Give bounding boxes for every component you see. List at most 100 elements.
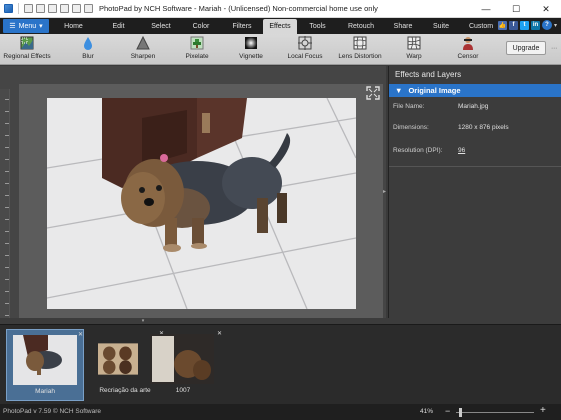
open-folder-icon[interactable] xyxy=(72,4,81,13)
blur-button[interactable]: Blur xyxy=(78,36,98,60)
lens-grid-icon xyxy=(353,36,367,50)
close-button[interactable]: ✕ xyxy=(531,0,561,18)
linkedin-icon[interactable]: in xyxy=(530,20,540,30)
zoom-level[interactable]: 41% xyxy=(420,408,433,415)
tab-edit[interactable]: Edit xyxy=(96,19,141,34)
tab-select[interactable]: Select xyxy=(141,19,181,34)
regional-effects-icon xyxy=(20,36,34,50)
thumbs-up-icon[interactable]: 👍 xyxy=(497,20,507,30)
tab-retouch[interactable]: Retouch xyxy=(338,19,384,34)
new-file-icon[interactable] xyxy=(60,4,69,13)
panel-title: Effects and Layers xyxy=(395,70,462,79)
panel-collapse-icon[interactable]: ▸ xyxy=(383,188,387,195)
local-focus-button[interactable]: Local Focus xyxy=(287,36,323,60)
separator xyxy=(18,3,19,14)
tab-effects[interactable]: Effects xyxy=(263,19,297,34)
pixelate-label: Pixelate xyxy=(185,53,209,60)
original-image-header[interactable]: ▼ Original Image xyxy=(389,84,561,97)
upgrade-button[interactable]: Upgrade xyxy=(506,41,546,55)
open-images-bar: ✕ Mariah ✕ Recriação da arte ✕ 1007 xyxy=(0,324,561,404)
minimize-button[interactable]: — xyxy=(471,0,501,18)
warp-grid-icon xyxy=(407,36,421,50)
menu-button-label: Menu xyxy=(18,22,37,30)
thumbnail-caption: 1007 xyxy=(175,387,191,394)
dimensions-label: Dimensions: xyxy=(393,124,429,131)
regional-effects-label: Regional Effects xyxy=(3,53,51,60)
local-focus-label: Local Focus xyxy=(287,53,323,60)
tab-custom[interactable]: Custom xyxy=(460,19,502,34)
help-dropdown-icon[interactable]: ▾ xyxy=(554,22,557,29)
zoom-in-button[interactable]: + xyxy=(540,405,546,416)
close-thumbnail-icon[interactable]: ✕ xyxy=(78,331,83,338)
tab-color[interactable]: Color xyxy=(181,19,221,34)
chevron-down-icon: ▼ xyxy=(395,86,403,95)
window-controls: — ☐ ✕ xyxy=(471,0,561,18)
status-bar: PhotoPad v 7.59 © NCH Software 41% − + xyxy=(0,404,561,420)
censor-button[interactable]: Censor xyxy=(456,36,480,60)
thumbnail-mariah[interactable]: ✕ Mariah xyxy=(6,329,84,401)
thumbnail-image xyxy=(150,334,214,384)
zoom-out-button[interactable]: − xyxy=(445,406,450,416)
crosshair-icon xyxy=(298,36,312,50)
lens-distortion-label: Lens Distortion xyxy=(338,53,382,60)
chevron-down-icon: ▾ xyxy=(39,23,43,30)
original-image-label: Original Image xyxy=(408,86,461,95)
thumbnail-caption: Mariah xyxy=(35,388,55,395)
tab-share[interactable]: Share xyxy=(384,19,422,34)
pixel-tree-icon xyxy=(190,36,204,50)
zoom-slider[interactable] xyxy=(456,412,534,413)
save-icon[interactable] xyxy=(24,4,33,13)
thumbnail-image xyxy=(13,335,77,385)
redo-icon[interactable] xyxy=(48,4,57,13)
toolbar-overflow-icon[interactable]: ⋯ xyxy=(551,45,557,52)
warp-label: Warp xyxy=(406,53,422,60)
thumbnail-image xyxy=(98,343,138,375)
close-thumbnail-icon[interactable]: ✕ xyxy=(217,330,222,337)
vignette-label: Vignette xyxy=(239,53,263,60)
tab-suite[interactable]: Suite xyxy=(422,19,460,34)
file-name-label: File Name: xyxy=(393,103,425,110)
tab-filters[interactable]: Filters xyxy=(221,19,263,34)
photo-canvas[interactable] xyxy=(47,98,356,309)
status-text: PhotoPad v 7.59 © NCH Software xyxy=(3,408,102,415)
undo-icon[interactable] xyxy=(36,4,45,13)
help-icon[interactable]: ? xyxy=(541,20,552,30)
resolution-label: Resolution (DPI): xyxy=(393,147,443,154)
tab-home[interactable]: Home xyxy=(51,19,96,34)
blur-label: Blur xyxy=(82,53,94,60)
facebook-icon[interactable]: f xyxy=(508,20,518,30)
thumbnail-1007[interactable]: ✕ 1007 xyxy=(144,329,222,401)
censor-label: Censor xyxy=(457,53,479,60)
panel-divider xyxy=(389,166,561,167)
twitter-icon[interactable]: t xyxy=(519,20,529,30)
vertical-ruler xyxy=(0,89,10,324)
menu-button[interactable]: ☰ Menu ▾ xyxy=(3,19,49,33)
zoom-slider-handle[interactable] xyxy=(459,408,462,417)
effects-layers-panel: Effects and Layers ▼ Original Image File… xyxy=(388,66,561,324)
window-title: PhotoPad by NCH Software - Mariah - (Unl… xyxy=(99,4,378,13)
water-drop-icon xyxy=(84,37,92,50)
vignette-button[interactable]: Vignette xyxy=(237,36,265,60)
tab-tools[interactable]: Tools xyxy=(297,19,338,34)
censor-person-icon xyxy=(463,37,473,50)
sharpen-button[interactable]: Sharpen xyxy=(128,36,158,60)
regional-effects-button[interactable]: Regional Effects xyxy=(3,36,51,60)
pixelate-button[interactable]: Pixelate xyxy=(183,36,211,60)
quick-access-toolbar xyxy=(0,3,93,14)
print-icon[interactable] xyxy=(84,4,93,13)
hamburger-icon: ☰ xyxy=(9,23,16,30)
resolution-value[interactable]: 96 xyxy=(458,147,465,154)
ribbon-tabs: ☰ Menu ▾ Home Edit Select Color Filters … xyxy=(0,18,561,34)
fullscreen-icon[interactable] xyxy=(366,86,380,100)
dimensions-value: 1280 x 876 pixels xyxy=(458,124,509,131)
effects-toolbar: Regional Effects Blur Sharpen Pixelate V… xyxy=(0,34,561,65)
triangle-icon xyxy=(136,36,150,50)
warp-button[interactable]: Warp xyxy=(404,36,424,60)
app-icon[interactable] xyxy=(4,4,13,13)
social-links: 👍 f t in ? ▾ xyxy=(497,20,557,30)
vignette-icon xyxy=(245,37,257,49)
maximize-button[interactable]: ☐ xyxy=(501,0,531,18)
sharpen-label: Sharpen xyxy=(130,53,156,60)
lens-distortion-button[interactable]: Lens Distortion xyxy=(337,36,383,60)
title-bar: PhotoPad by NCH Software - Mariah - (Unl… xyxy=(0,0,561,18)
